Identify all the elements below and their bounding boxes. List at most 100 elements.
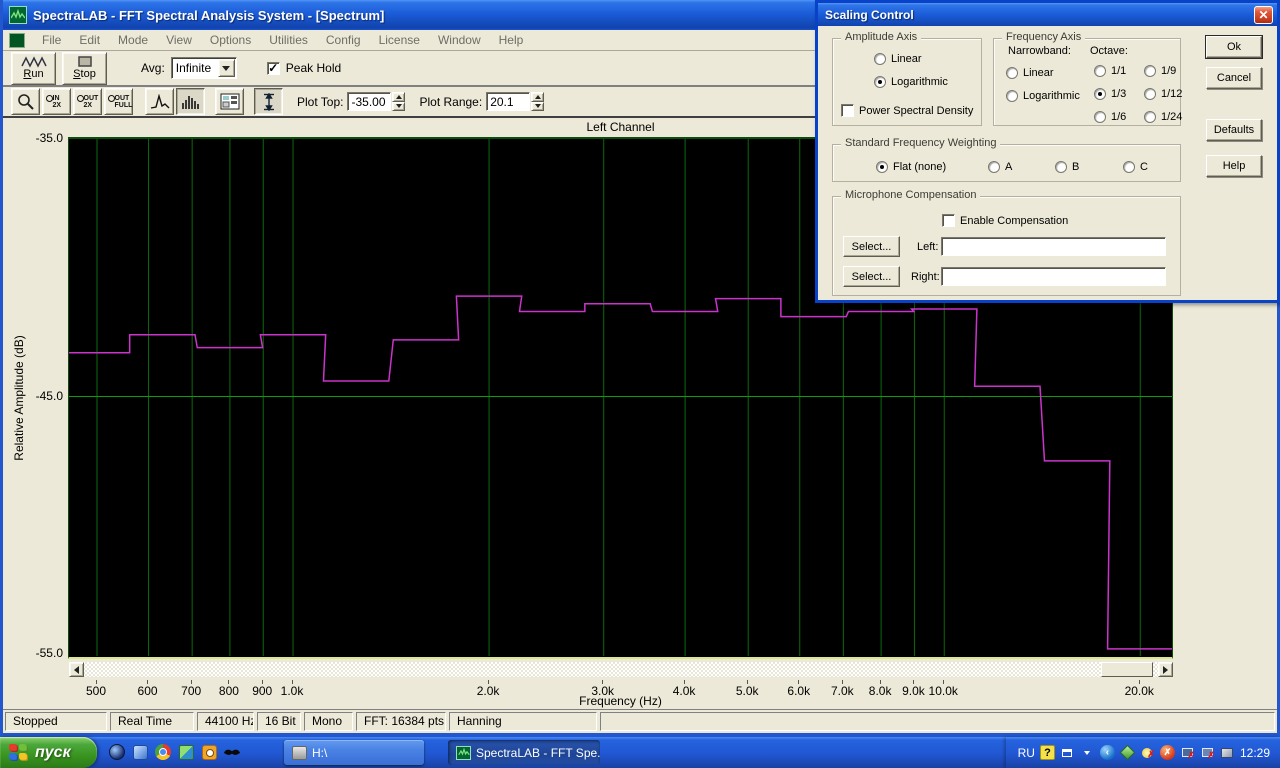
plot-range-spinner[interactable] xyxy=(531,92,545,111)
zoom-out-2x-button[interactable]: OUT 2X xyxy=(73,88,102,115)
error-tray-icon[interactable]: ✗ xyxy=(1159,745,1175,760)
radio-octave-1-24[interactable]: 1/24 xyxy=(1144,111,1182,123)
radio-amplitude-logarithmic[interactable]: Logarithmic xyxy=(874,76,948,88)
defaults-button[interactable]: Defaults xyxy=(1206,119,1262,141)
enable-compensation-checkbox[interactable]: Enable Compensation xyxy=(942,214,1068,227)
avg-dropdown-button[interactable] xyxy=(217,59,235,77)
help-tray-icon[interactable]: ? xyxy=(1039,745,1055,760)
radio-icon[interactable] xyxy=(1123,161,1135,173)
radio-frequency-linear[interactable]: Linear xyxy=(1006,67,1054,79)
network-disconnected-tray-icon-2[interactable]: ✗ xyxy=(1200,745,1215,760)
restore-window-tray-icon[interactable] xyxy=(1060,745,1075,760)
mic-right-file-input[interactable] xyxy=(941,267,1166,286)
start-button[interactable]: пуск xyxy=(0,737,97,768)
menu-config[interactable]: Config xyxy=(317,31,370,49)
radio-octave-1-6[interactable]: 1/6 xyxy=(1094,111,1126,123)
radio-icon[interactable] xyxy=(1144,65,1156,77)
radio-icon[interactable] xyxy=(1144,111,1156,123)
spectrum-document-icon[interactable] xyxy=(9,32,25,48)
radio-icon[interactable] xyxy=(874,53,886,65)
select-right-button[interactable]: Select... xyxy=(843,266,900,287)
avg-combobox[interactable]: Infinite xyxy=(170,57,237,79)
plot-range-spin-down[interactable] xyxy=(531,101,545,111)
bulb-warning-tray-icon[interactable]: ✗ xyxy=(1140,745,1155,760)
radio-octave-1-12[interactable]: 1/12 xyxy=(1144,88,1182,100)
radio-icon[interactable] xyxy=(988,161,1000,173)
run-button[interactable]: Run xyxy=(11,51,56,85)
radio-selected-icon[interactable] xyxy=(874,76,886,88)
radio-weighting-b[interactable]: B xyxy=(1055,161,1079,173)
cancel-button[interactable]: Cancel xyxy=(1206,67,1262,89)
dialog-titlebar[interactable]: Scaling Control ✕ xyxy=(818,3,1277,26)
menu-window[interactable]: Window xyxy=(429,31,490,49)
menu-options[interactable]: Options xyxy=(201,31,260,49)
plot-top-spinner[interactable] xyxy=(392,92,406,111)
peak-hold-checkbox-box[interactable]: ✓ xyxy=(266,61,280,75)
radio-icon[interactable] xyxy=(1094,111,1106,123)
radio-amplitude-linear[interactable]: Linear xyxy=(874,53,922,65)
radio-weighting-flat[interactable]: Flat (none) xyxy=(876,161,946,173)
display-tray-icon[interactable] xyxy=(1220,745,1235,760)
mic-left-file-input[interactable] xyxy=(941,237,1166,256)
radio-octave-1-3[interactable]: 1/3 xyxy=(1094,88,1126,100)
plot-horizontal-scrollbar[interactable] xyxy=(69,662,1173,677)
radio-icon[interactable] xyxy=(1094,65,1106,77)
radio-icon[interactable] xyxy=(1006,90,1018,102)
zoom-button[interactable] xyxy=(11,88,40,115)
task-button-explorer[interactable]: H:\ xyxy=(284,740,424,765)
quick-launch-image-viewer-icon[interactable] xyxy=(175,741,197,763)
peak-hold-checkbox[interactable]: ✓ Peak Hold xyxy=(266,61,341,75)
radio-icon[interactable] xyxy=(1055,161,1067,173)
radio-icon[interactable] xyxy=(1144,88,1156,100)
radio-weighting-a[interactable]: A xyxy=(988,161,1012,173)
radio-selected-icon[interactable] xyxy=(876,161,888,173)
radio-frequency-logarithmic[interactable]: Logarithmic xyxy=(1006,90,1080,102)
language-indicator[interactable]: RU xyxy=(1018,746,1035,760)
bar-graph-view-button[interactable] xyxy=(176,88,205,115)
radio-icon[interactable] xyxy=(1006,67,1018,79)
quick-launch-chrome-icon[interactable] xyxy=(152,741,174,763)
plot-range-input[interactable] xyxy=(486,92,531,111)
zoom-out-full-button[interactable]: OUT FULL xyxy=(104,88,133,115)
quick-launch-media-player-icon[interactable] xyxy=(106,741,128,763)
checkbox-unchecked-icon[interactable] xyxy=(841,104,854,117)
amplitude-scale-button[interactable] xyxy=(254,88,283,115)
psd-checkbox[interactable]: Power Spectral Density xyxy=(841,104,973,117)
right-field-label: Right: xyxy=(911,271,940,283)
radio-weighting-c[interactable]: C xyxy=(1123,161,1148,173)
menu-mode[interactable]: Mode xyxy=(109,31,157,49)
plot-range-spin-up[interactable] xyxy=(531,92,545,102)
quick-launch-bat-icon[interactable] xyxy=(221,741,243,763)
close-icon[interactable]: ✕ xyxy=(1254,5,1273,24)
network-disconnected-tray-icon[interactable]: ✗ xyxy=(1180,745,1195,760)
plot-top-spin-up[interactable] xyxy=(392,92,406,102)
ok-button[interactable]: Ok xyxy=(1205,35,1263,59)
scrollbar-left-button[interactable] xyxy=(69,662,84,677)
help-button[interactable]: Help xyxy=(1206,155,1262,177)
task-button-spectralab[interactable]: SpectraLAB - FFT Spe... xyxy=(448,740,600,765)
stop-button[interactable]: Stop xyxy=(62,51,107,85)
select-left-button[interactable]: Select... xyxy=(843,236,900,257)
scrollbar-right-button[interactable] xyxy=(1158,662,1173,677)
plot-top-input[interactable] xyxy=(347,92,392,111)
utility-tray-icon[interactable] xyxy=(1119,744,1136,761)
zoom-in-2x-button[interactable]: IN 2X xyxy=(42,88,71,115)
menu-edit[interactable]: Edit xyxy=(70,31,109,49)
display-options-button[interactable] xyxy=(215,88,244,115)
radio-octave-1-1[interactable]: 1/1 xyxy=(1094,65,1126,77)
quick-launch-clock-icon[interactable] xyxy=(198,741,220,763)
spectrum-curve-view-button[interactable] xyxy=(145,88,174,115)
plot-top-spin-down[interactable] xyxy=(392,101,406,111)
menu-help[interactable]: Help xyxy=(490,31,533,49)
menu-view[interactable]: View xyxy=(157,31,201,49)
menu-utilities[interactable]: Utilities xyxy=(260,31,317,49)
radio-octave-1-9[interactable]: 1/9 xyxy=(1144,65,1176,77)
expand-tray-chevron-icon[interactable] xyxy=(1080,745,1095,760)
quick-launch-explorer-icon[interactable] xyxy=(129,741,151,763)
messenger-tray-icon[interactable]: ‹ xyxy=(1099,745,1115,760)
checkbox-unchecked-icon[interactable] xyxy=(942,214,955,227)
scrollbar-thumb[interactable] xyxy=(1101,662,1153,677)
menu-license[interactable]: License xyxy=(370,31,429,49)
menu-file[interactable]: File xyxy=(33,31,70,49)
radio-selected-icon[interactable] xyxy=(1094,88,1106,100)
